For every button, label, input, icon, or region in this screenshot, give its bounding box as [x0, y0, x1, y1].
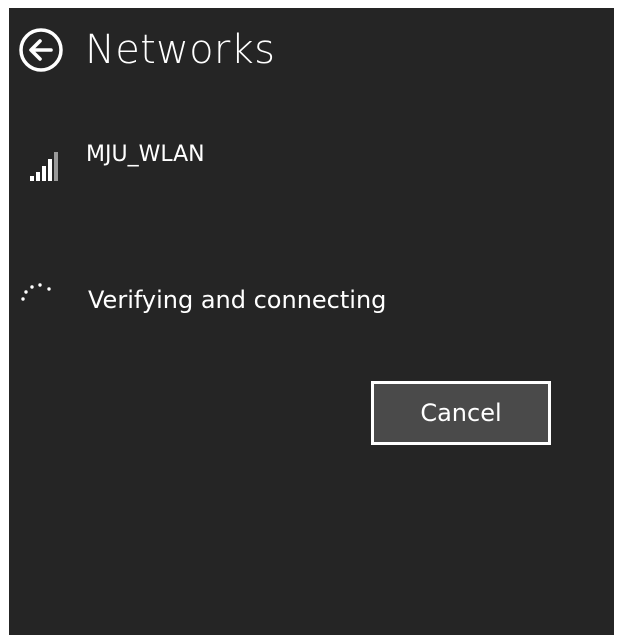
connection-status: Verifying and connecting [18, 280, 386, 320]
cancel-button[interactable]: Cancel [371, 381, 551, 445]
network-list-item[interactable]: MJU_WLAN [22, 135, 205, 187]
network-name: MJU_WLAN [86, 142, 205, 167]
status-text: Verifying and connecting [88, 286, 387, 314]
flyout-header: Networks [9, 18, 275, 82]
back-arrow-icon [19, 28, 63, 72]
page-title: Networks [85, 27, 276, 73]
progress-dots-icon [21, 283, 51, 301]
back-button[interactable] [9, 18, 73, 82]
wifi-signal-icon [30, 152, 58, 181]
network-flyout-panel [9, 8, 614, 635]
